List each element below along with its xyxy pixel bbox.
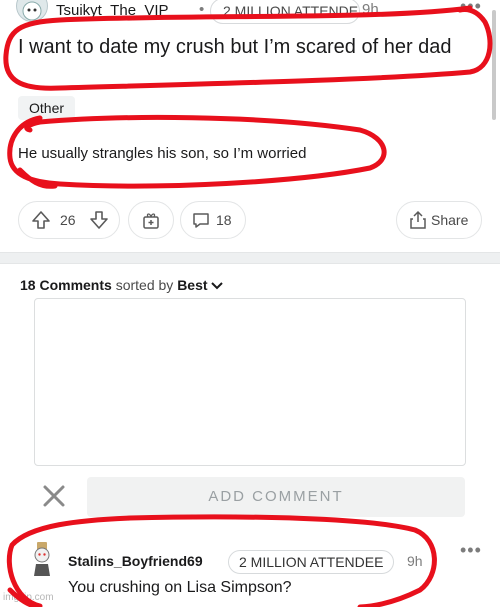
avatar[interactable]	[16, 0, 48, 22]
award-button[interactable]	[128, 201, 174, 239]
commenter-avatar[interactable]	[28, 542, 56, 578]
imgflip-watermark: imgflip.com	[3, 592, 54, 603]
sort-dropdown[interactable]: Best	[177, 277, 207, 293]
post-timestamp: 9h	[362, 1, 379, 18]
separator-dot: •	[199, 1, 205, 18]
snoo-avatar-icon	[22, 1, 42, 21]
chevron-down-icon[interactable]	[211, 281, 224, 291]
comment-bubble-icon	[193, 213, 209, 228]
user-flair: 2 MILLION ATTENDEE	[210, 0, 360, 24]
comment-textarea[interactable]	[34, 298, 466, 466]
post-flair-tag[interactable]: Other	[18, 96, 76, 120]
post-author[interactable]: Tsuikyt_The_VIP	[56, 2, 169, 19]
comments-sort-row: 18 Comments sorted by Best	[20, 277, 224, 293]
upvote-icon[interactable]	[31, 210, 51, 230]
comment-timestamp: 9h	[407, 553, 423, 569]
vote-score: 26	[60, 212, 76, 228]
scrollbar[interactable]	[492, 10, 496, 120]
add-comment-button[interactable]: ADD COMMENT	[87, 477, 465, 517]
section-divider	[0, 252, 500, 264]
post-title: I want to date my crush but I’m scared o…	[18, 36, 452, 58]
comment-body: You crushing on Lisa Simpson?	[68, 579, 292, 596]
downvote-icon[interactable]	[89, 210, 109, 230]
comments-button[interactable]: 18	[180, 201, 246, 239]
more-options-icon[interactable]: •••	[460, 0, 482, 17]
vote-control: 26	[18, 201, 120, 239]
gift-icon	[143, 213, 159, 229]
comment-author[interactable]: Stalins_Boyfriend69	[68, 553, 203, 569]
commenter-flair: 2 MILLION ATTENDEE	[228, 550, 395, 574]
sorted-by-label: sorted by	[115, 277, 174, 293]
comment-count: 18	[216, 212, 232, 228]
share-icon	[410, 210, 426, 229]
post-body: He usually strangles his son, so I’m wor…	[18, 145, 307, 162]
share-button[interactable]: Share	[396, 201, 482, 239]
comments-count: 18 Comments	[20, 277, 112, 293]
share-label: Share	[431, 212, 469, 228]
close-icon[interactable]	[40, 482, 68, 510]
comment-more-icon[interactable]: •••	[460, 540, 482, 561]
